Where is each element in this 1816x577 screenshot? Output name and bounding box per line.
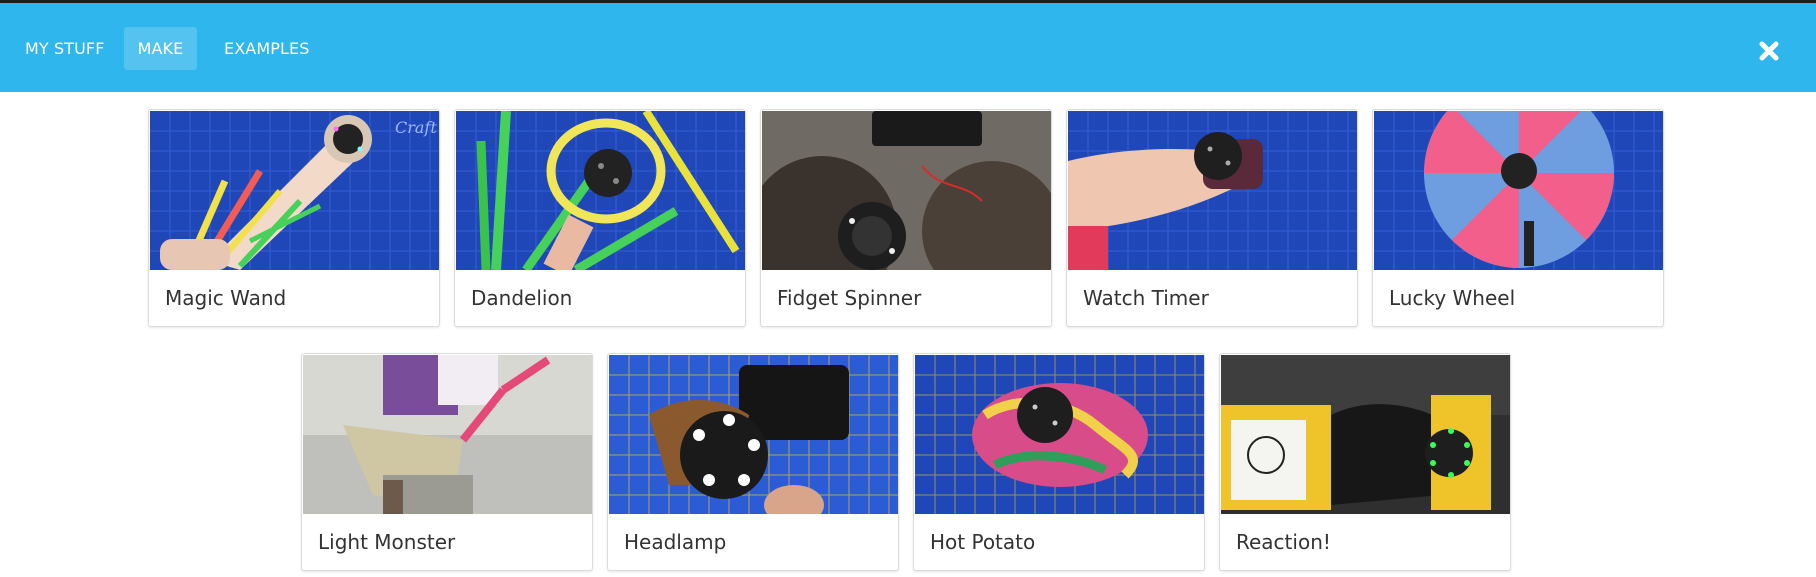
card-title: Watch Timer — [1083, 286, 1209, 310]
card-title: Magic Wand — [165, 286, 287, 310]
card-title: Fidget Spinner — [777, 286, 922, 310]
header-bar: MY STUFF MAKE EXAMPLES — [0, 3, 1816, 92]
card-title: Light Monster — [318, 530, 456, 554]
card-title: Lucky Wheel — [1389, 286, 1516, 310]
card-title: Reaction! — [1236, 530, 1331, 554]
tab-my-stuff[interactable]: MY STUFF — [11, 27, 119, 70]
headlamp-thumbnail — [609, 355, 898, 514]
project-card-fidget-spinner[interactable]: Fidget Spinner — [760, 109, 1052, 327]
watch-timer-thumbnail — [1068, 111, 1357, 270]
dandelion-thumbnail — [456, 111, 745, 270]
reaction-thumbnail — [1221, 355, 1510, 514]
card-title: Dandelion — [471, 286, 573, 310]
project-card-headlamp[interactable]: Headlamp — [607, 353, 899, 571]
project-card-magic-wand[interactable]: Craft Magic Wand — [148, 109, 440, 327]
svg-text:Craft: Craft — [395, 118, 437, 137]
project-card-light-monster[interactable]: Light Monster — [301, 353, 593, 571]
hot-potato-thumbnail — [915, 355, 1204, 514]
card-title: Headlamp — [624, 530, 727, 554]
lucky-wheel-thumbnail — [1374, 111, 1663, 270]
tab-make[interactable]: MAKE — [124, 27, 197, 70]
close-icon — [1759, 41, 1779, 61]
close-button[interactable] — [1756, 38, 1782, 64]
project-card-reaction[interactable]: Reaction! — [1219, 353, 1511, 571]
project-card-lucky-wheel[interactable]: Lucky Wheel — [1372, 109, 1664, 327]
magic-wand-thumbnail: Craft — [150, 111, 439, 270]
card-title: Hot Potato — [930, 530, 1036, 554]
light-monster-thumbnail — [303, 355, 592, 514]
tab-examples[interactable]: EXAMPLES — [210, 27, 323, 70]
fidget-spinner-thumbnail — [762, 111, 1051, 270]
project-card-watch-timer[interactable]: Watch Timer — [1066, 109, 1358, 327]
project-card-hot-potato[interactable]: Hot Potato — [913, 353, 1205, 571]
project-card-dandelion[interactable]: Dandelion — [454, 109, 746, 327]
